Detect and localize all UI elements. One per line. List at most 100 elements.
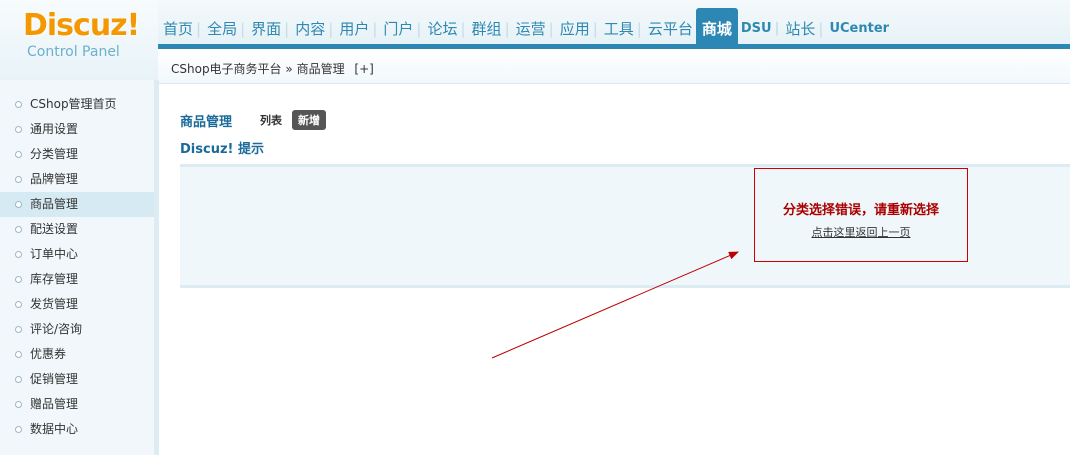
sidebar-item-3[interactable]: 品牌管理 — [0, 167, 154, 192]
sidebar-item-label: CShop管理首页 — [30, 97, 117, 111]
nav-tab-label: 应用 — [559, 20, 590, 38]
sidebar-item-label: 商品管理 — [30, 197, 79, 211]
breadcrumb-root-link[interactable]: CShop电子商务平台 — [171, 62, 282, 76]
back-link[interactable]: 点击这里返回上一页 — [812, 226, 911, 239]
sidebar-item-label: 分类管理 — [30, 147, 79, 161]
nav-tab-7[interactable]: 群组 | — [469, 8, 513, 44]
nav-tab-label: 云平台 — [647, 20, 693, 38]
nav-tab-10[interactable]: 工具 | — [601, 8, 645, 44]
sidebar-item-5[interactable]: 配送设置 — [0, 217, 154, 242]
sidebar-item-label: 订单中心 — [30, 247, 79, 261]
logo-subtitle: Control Panel — [27, 44, 120, 60]
bullet-icon — [15, 426, 22, 433]
nav-separator: | — [328, 20, 334, 38]
sidebar-item-label: 数据中心 — [30, 422, 79, 436]
sidebar-item-13[interactable]: 数据中心 — [0, 417, 154, 442]
list-tab[interactable]: 列表 — [260, 112, 282, 128]
top-nav: 首页 | 全局 | 界面 | 内容 | 用户 | 门户 | 论坛 | 群组 | 运营 | 应用 | 工具 | 云平台 商城 DS… — [160, 8, 892, 44]
sidebar-item-label: 促销管理 — [30, 372, 79, 386]
sidebar-item-label: 赠品管理 — [30, 397, 79, 411]
sidebar-item-11[interactable]: 促销管理 — [0, 367, 154, 392]
nav-tab-label: 论坛 — [427, 20, 458, 38]
nav-tab-label: UCenter — [829, 21, 890, 36]
nav-tab-9[interactable]: 应用 | — [557, 8, 601, 44]
sidebar-item-8[interactable]: 发货管理 — [0, 292, 154, 317]
nav-tab-12[interactable]: 商城 — [695, 8, 738, 44]
sidebar-item-label: 发货管理 — [30, 297, 79, 311]
breadcrumb-bar: CShop电子商务平台 » 商品管理 [+] — [158, 49, 1070, 84]
nav-tab-3[interactable]: 内容 | — [292, 8, 336, 44]
bullet-icon — [15, 126, 22, 133]
nav-tab-label: 门户 — [383, 20, 414, 38]
nav-tab-5[interactable]: 门户 | — [380, 8, 424, 44]
nav-tab-label: 群组 — [471, 20, 502, 38]
bullet-icon — [15, 226, 22, 233]
sidebar-item-10[interactable]: 优惠券 — [0, 342, 154, 367]
nav-separator: | — [636, 20, 642, 38]
sidebar-menu: CShop管理首页 通用设置分类管理品牌管理商品管理配送设置订单中心库存管理发货管… — [0, 80, 154, 442]
nav-separator: | — [416, 20, 422, 38]
sidebar-item-label: 优惠券 — [30, 347, 67, 361]
breadcrumb-current: 商品管理 — [296, 62, 345, 76]
nav-tab-label: 用户 — [339, 20, 370, 38]
nav-tab-2[interactable]: 界面 | — [248, 8, 292, 44]
nav-tab-label: 全局 — [207, 20, 238, 38]
nav-separator: | — [774, 21, 780, 36]
nav-tab-15[interactable]: UCenter — [826, 8, 892, 44]
sidebar-item-4[interactable]: 商品管理 — [0, 192, 154, 217]
nav-separator: | — [548, 20, 554, 38]
sidebar-item-6[interactable]: 订单中心 — [0, 242, 154, 267]
annotation-arrow — [491, 251, 739, 359]
bullet-icon — [15, 201, 22, 208]
sidebar-item-1[interactable]: 通用设置 — [0, 117, 154, 142]
sidebar-item-2[interactable]: 分类管理 — [0, 142, 154, 167]
sidebar-item-9[interactable]: 评论/咨询 — [0, 317, 154, 342]
header: Discuz! Control Panel 首页 | 全局 | 界面 | 内容 | 用户 | 门户 |… — [0, 0, 1070, 80]
nav-separator: | — [460, 20, 466, 38]
nav-tab-1[interactable]: 全局 | — [204, 8, 248, 44]
nav-tab-label: 运营 — [515, 20, 546, 38]
nav-tab-label: 界面 — [251, 20, 282, 38]
sidebar-item-12[interactable]: 赠品管理 — [0, 392, 154, 417]
nav-tab-label: 首页 — [163, 20, 194, 38]
sidebar-item-label: 通用设置 — [30, 122, 79, 136]
bullet-icon — [15, 401, 22, 408]
breadcrumb: CShop电子商务平台 » 商品管理 [+] — [171, 60, 374, 77]
nav-tab-label: 工具 — [603, 20, 634, 38]
nav-tab-14[interactable]: 站长 | — [782, 8, 826, 44]
nav-tab-4[interactable]: 用户 | — [336, 8, 380, 44]
bullet-icon — [15, 101, 22, 108]
add-favorite-link[interactable]: [+] — [354, 62, 373, 76]
nav-separator: | — [372, 20, 378, 38]
sidebar: CShop管理首页 通用设置分类管理品牌管理商品管理配送设置订单中心库存管理发货管… — [0, 80, 159, 455]
error-message: 分类选择错误，请重新选择 — [782, 203, 939, 218]
nav-tab-13[interactable]: DSU | — [738, 8, 782, 44]
sidebar-item-label: 品牌管理 — [30, 172, 79, 186]
logo[interactable]: Discuz! Control Panel — [0, 0, 158, 80]
nav-tab-label: 商城 — [701, 20, 732, 38]
nav-separator: | — [818, 20, 824, 38]
bullet-icon — [15, 276, 22, 283]
bullet-icon — [15, 351, 22, 358]
nav-separator: | — [592, 20, 598, 38]
bullet-icon — [15, 151, 22, 158]
sidebar-item-0[interactable]: CShop管理首页 — [0, 92, 154, 117]
nav-tab-6[interactable]: 论坛 | — [424, 8, 468, 44]
sidebar-item-7[interactable]: 库存管理 — [0, 267, 154, 292]
nav-tab-0[interactable]: 首页 | — [160, 8, 204, 44]
bullet-icon — [15, 326, 22, 333]
nav-separator: | — [240, 20, 246, 38]
bullet-icon — [15, 376, 22, 383]
nav-tab-8[interactable]: 运营 | — [513, 8, 557, 44]
nav-separator: | — [196, 20, 202, 38]
nav-tab-label: 内容 — [295, 20, 326, 38]
nav-tab-11[interactable]: 云平台 — [645, 8, 696, 44]
sidebar-item-label: 配送设置 — [30, 222, 79, 236]
bullet-icon — [15, 301, 22, 308]
nav-separator: | — [284, 20, 290, 38]
breadcrumb-separator: » — [285, 62, 293, 76]
bullet-icon — [15, 251, 22, 258]
page-title: 商品管理 — [180, 114, 233, 130]
nav-separator: | — [504, 20, 510, 38]
new-tab[interactable]: 新增 — [292, 110, 327, 130]
